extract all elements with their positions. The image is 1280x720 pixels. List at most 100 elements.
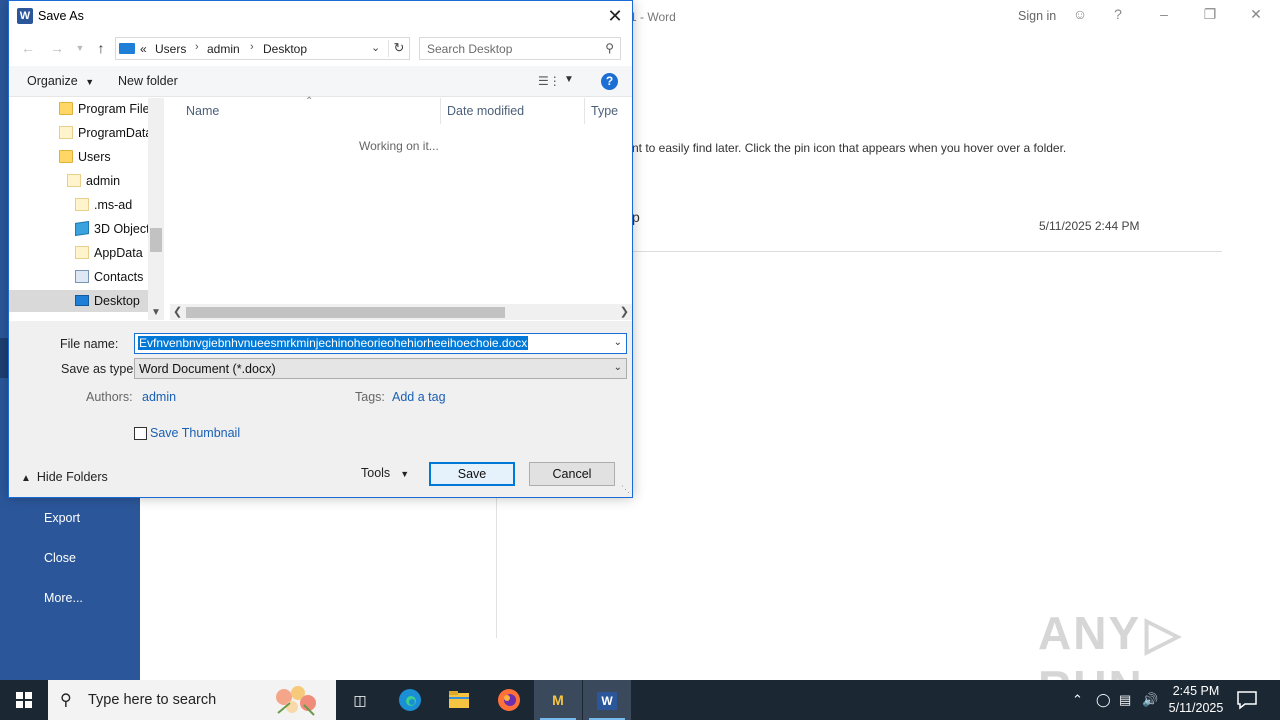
- tree-item-program-files[interactable]: Program Files: [9, 98, 148, 120]
- breadcrumb-users[interactable]: Users: [155, 42, 186, 56]
- save-thumbnail-label[interactable]: Save Thumbnail: [150, 426, 240, 440]
- desktop-icon: [75, 295, 89, 306]
- save-thumbnail-checkbox[interactable]: [134, 427, 147, 440]
- new-folder-button[interactable]: New folder: [118, 74, 178, 88]
- navigation-pane[interactable]: Program Files ProgramData Users admin .m…: [9, 98, 148, 320]
- recent-location-date: 5/11/2025 2:44 PM: [1039, 219, 1140, 233]
- ms-app-taskbar-button[interactable]: M: [534, 680, 582, 720]
- tree-item-label: admin: [86, 174, 121, 188]
- dialog-titlebar[interactable]: W Save As ✕: [9, 1, 632, 32]
- sidebar-item-more[interactable]: More...: [44, 591, 83, 605]
- meet-now-icon[interactable]: ◯: [1096, 692, 1111, 708]
- chevron-right-icon[interactable]: ›: [195, 41, 199, 53]
- clock-date: 5/11/2025: [1168, 701, 1224, 715]
- help-icon[interactable]: ?: [601, 73, 618, 90]
- column-header-type[interactable]: Type: [591, 104, 618, 118]
- scrollbar-thumb[interactable]: [186, 307, 505, 318]
- organize-label: Organize: [27, 74, 78, 88]
- tree-item-admin[interactable]: admin: [9, 170, 148, 192]
- tree-item-contacts[interactable]: Contacts: [9, 266, 148, 288]
- help-question-icon[interactable]: ?: [1108, 6, 1128, 22]
- breadcrumb-desktop[interactable]: Desktop: [263, 42, 307, 56]
- chevron-up-icon: ▲: [21, 473, 31, 484]
- search-highlight-flower-icon: [276, 686, 316, 716]
- tree-item-label: .ms-ad: [94, 198, 133, 212]
- column-divider[interactable]: [440, 98, 441, 124]
- back-arrow-icon[interactable]: ←: [19, 39, 37, 57]
- column-header-name[interactable]: Name: [186, 104, 219, 118]
- tree-item-users[interactable]: Users: [9, 146, 148, 168]
- dialog-close-icon[interactable]: ✕: [604, 5, 626, 27]
- view-options-icon[interactable]: ☰⋮: [538, 74, 561, 88]
- word-taskbar-button[interactable]: W: [583, 680, 631, 720]
- minimize-icon[interactable]: –: [1154, 6, 1174, 22]
- column-header-date-modified[interactable]: Date modified: [447, 104, 524, 118]
- file-name-value[interactable]: Evfnvenbnvgiebnhvnueesmrkminjechinoheori…: [138, 336, 529, 350]
- window-close-icon[interactable]: ✕: [1246, 6, 1266, 23]
- refresh-icon[interactable]: ↻: [391, 40, 407, 56]
- tree-item-3d-objects[interactable]: 3D Objects: [9, 218, 148, 240]
- file-explorer-taskbar-button[interactable]: [435, 680, 483, 720]
- file-list[interactable]: ⌃ Name Date modified Type Working on it.…: [165, 96, 632, 305]
- forward-arrow-icon[interactable]: →: [48, 39, 66, 57]
- search-icon: ⚲: [60, 692, 72, 709]
- sidebar-item-export[interactable]: Export: [44, 511, 80, 525]
- scroll-left-arrow-icon[interactable]: ❮: [173, 305, 182, 318]
- authors-value[interactable]: admin: [142, 390, 176, 404]
- notifications-icon[interactable]: [1236, 690, 1258, 710]
- breadcrumb-overflow[interactable]: «: [140, 42, 147, 56]
- edge-taskbar-button[interactable]: [386, 680, 434, 720]
- tree-item-programdata[interactable]: ProgramData: [9, 122, 148, 144]
- navigation-scrollbar[interactable]: ▼: [148, 98, 164, 320]
- taskbar-search-placeholder: Type here to search: [88, 692, 217, 708]
- tree-item-desktop[interactable]: Desktop: [9, 290, 148, 312]
- restore-icon[interactable]: ❐: [1200, 6, 1220, 23]
- tree-item-label: AppData: [94, 246, 143, 260]
- search-icon[interactable]: ⚲: [605, 41, 614, 55]
- horizontal-scrollbar[interactable]: ❮ ❯: [170, 304, 632, 320]
- file-name-field[interactable]: Evfnvenbnvgiebnhvnueesmrkminjechinoheori…: [134, 333, 627, 354]
- chevron-right-icon[interactable]: ›: [250, 41, 254, 53]
- save-as-type-select[interactable]: Word Document (*.docx) ⌄: [134, 358, 627, 379]
- address-row: ← → ▼ ↑ « Users › admin › Desktop ⌄ ↻ ⚲: [9, 36, 632, 62]
- show-hidden-icons-chevron-icon[interactable]: ⌃: [1072, 692, 1083, 708]
- taskbar-search-box[interactable]: ⚲ Type here to search: [48, 680, 336, 720]
- search-input[interactable]: [427, 41, 597, 56]
- task-view-button[interactable]: ◫: [336, 680, 384, 720]
- save-options-panel: File name: Evfnvenbnvgiebnhvnueesmrkminj…: [9, 321, 632, 497]
- resize-grip-icon[interactable]: ⋱: [621, 484, 630, 495]
- tools-menu[interactable]: Tools ▼: [361, 466, 409, 480]
- sign-in-link[interactable]: Sign in: [1018, 9, 1056, 23]
- up-arrow-icon[interactable]: ↑: [92, 39, 110, 57]
- chevron-down-icon[interactable]: ▼: [564, 74, 574, 85]
- feedback-icon[interactable]: ☺: [1070, 6, 1090, 22]
- chevron-down-icon[interactable]: ⌄: [614, 362, 622, 373]
- firefox-taskbar-button[interactable]: [485, 680, 533, 720]
- taskbar-clock[interactable]: 2:45 PM 5/11/2025: [1160, 683, 1232, 717]
- search-box[interactable]: ⚲: [419, 37, 621, 60]
- start-button[interactable]: [0, 680, 48, 720]
- scroll-right-arrow-icon[interactable]: ❯: [620, 305, 629, 318]
- scroll-down-arrow-icon[interactable]: ▼: [151, 307, 161, 318]
- chevron-down-icon[interactable]: ⌄: [614, 337, 622, 348]
- save-button[interactable]: Save: [429, 462, 515, 486]
- organize-menu[interactable]: Organize ▼: [27, 74, 94, 88]
- network-icon[interactable]: ▤: [1119, 692, 1131, 708]
- scrollbar-thumb[interactable]: [150, 228, 162, 252]
- recent-locations-chevron-icon[interactable]: ▼: [71, 39, 89, 57]
- hide-folders-button[interactable]: ▲ Hide Folders: [21, 470, 108, 484]
- tree-item-ms-ad[interactable]: .ms-ad: [9, 194, 148, 216]
- breadcrumb-admin[interactable]: admin: [207, 42, 240, 56]
- volume-icon[interactable]: 🔊: [1142, 692, 1158, 708]
- tree-item-appdata[interactable]: AppData: [9, 242, 148, 264]
- sidebar-item-close[interactable]: Close: [44, 551, 76, 565]
- address-bar[interactable]: « Users › admin › Desktop ⌄ ↻: [115, 37, 410, 60]
- divider: [632, 251, 1222, 252]
- dialog-title: Save As: [38, 9, 84, 23]
- cancel-button[interactable]: Cancel: [529, 462, 615, 486]
- chevron-down-icon[interactable]: ⌄: [371, 41, 380, 54]
- add-tag-link[interactable]: Add a tag: [392, 390, 446, 404]
- column-divider[interactable]: [584, 98, 585, 124]
- taskbar: ⚲ Type here to search ◫ M W ⌃ ◯ ▤ 🔊 2:45…: [0, 680, 1280, 720]
- recent-location-name[interactable]: p: [632, 209, 640, 225]
